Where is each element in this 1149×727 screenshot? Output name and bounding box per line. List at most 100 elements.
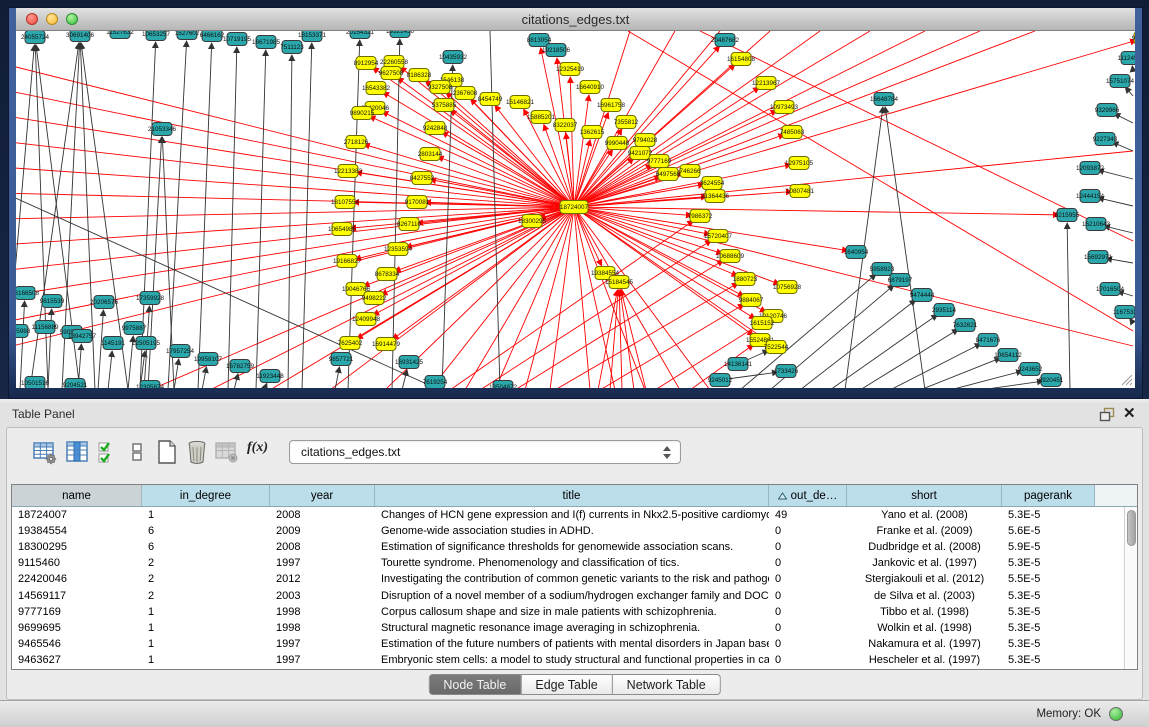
- table-cell-title[interactable]: Changes of HCN gene expression and I(f) …: [375, 509, 769, 521]
- table-cell-title[interactable]: Corpus callosum shape and size in male p…: [375, 606, 769, 618]
- column-header-name[interactable]: name: [12, 485, 142, 506]
- table-header-row[interactable]: namein_degreeyeartitleout_de…shortpagera…: [12, 485, 1137, 507]
- canvas-resize-grip[interactable]: [1122, 375, 1132, 385]
- column-header-pagerank[interactable]: pagerank: [1002, 485, 1095, 506]
- network-canvas[interactable]: 2405572430691406115276321065325715276026…: [16, 31, 1135, 388]
- tab-node-table[interactable]: Node Table: [428, 674, 521, 695]
- table-cell-out_de[interactable]: 0: [769, 557, 847, 569]
- table-cell-short[interactable]: Nakamura et al. (1997): [847, 638, 1002, 650]
- table-cell-name[interactable]: 22420046: [12, 573, 142, 585]
- table-cell-short[interactable]: Tibbo et al. (1998): [847, 606, 1002, 618]
- table-cell-year[interactable]: 2012: [270, 573, 375, 585]
- table-cell-name[interactable]: 18724007: [12, 509, 142, 521]
- table-row[interactable]: 911546021997Tourette syndrome. Phenomeno…: [12, 555, 1137, 571]
- table-cell-short[interactable]: Stergiakouli et al. (2012): [847, 573, 1002, 585]
- table-cell-out_de[interactable]: 0: [769, 638, 847, 650]
- table-cell-name[interactable]: 18300295: [12, 541, 142, 553]
- table-tabs[interactable]: Node TableEdge TableNetwork Table: [428, 674, 720, 695]
- column-header-title[interactable]: title: [375, 485, 769, 506]
- table-cell-title[interactable]: Estimation of significance thresholds fo…: [375, 541, 769, 553]
- table-cell-year[interactable]: 2009: [270, 525, 375, 537]
- table-cell-year[interactable]: 1997: [270, 557, 375, 569]
- table-cell-title[interactable]: Disruption of a novel member of a sodium…: [375, 590, 769, 602]
- table-cell-pagerank[interactable]: 5.3E-5: [1002, 606, 1095, 618]
- table-source-dropdown[interactable]: citations_edges.txt: [289, 440, 681, 464]
- float-panel-icon[interactable]: [1099, 407, 1115, 422]
- table-scrollbar[interactable]: [1124, 507, 1137, 669]
- table-cell-name[interactable]: 9465546: [12, 638, 142, 650]
- function-builder-icon[interactable]: f(x): [247, 440, 281, 464]
- delete-column-trash-icon[interactable]: [183, 438, 211, 466]
- table-cell-name[interactable]: 9463627: [12, 654, 142, 666]
- table-cell-out_de[interactable]: 0: [769, 590, 847, 602]
- table-row[interactable]: 2242004622012Investigating the contribut…: [12, 571, 1137, 587]
- table-cell-year[interactable]: 1998: [270, 622, 375, 634]
- table-cell-pagerank[interactable]: 5.3E-5: [1002, 638, 1095, 650]
- table-cell-title[interactable]: Genome-wide association studies in ADHD.: [375, 525, 769, 537]
- table-cell-out_de[interactable]: 0: [769, 573, 847, 585]
- column-header-out_de[interactable]: out_de…: [769, 485, 847, 506]
- table-cell-pagerank[interactable]: 5.3E-5: [1002, 622, 1095, 634]
- table-cell-out_de[interactable]: 0: [769, 654, 847, 666]
- table-cell-in_degree[interactable]: 6: [142, 541, 270, 553]
- table-options-icon[interactable]: [31, 438, 59, 466]
- column-header-year[interactable]: year: [270, 485, 375, 506]
- table-cell-title[interactable]: Embryonic stem cells: a model to study s…: [375, 654, 769, 666]
- table-cell-in_degree[interactable]: 2: [142, 573, 270, 585]
- table-cell-short[interactable]: Hescheler et al. (1997): [847, 654, 1002, 666]
- table-cell-title[interactable]: Structural magnetic resonance image aver…: [375, 622, 769, 634]
- table-row[interactable]: 1938455462009Genome-wide association stu…: [12, 523, 1137, 539]
- table-cell-year[interactable]: 1998: [270, 606, 375, 618]
- table-cell-short[interactable]: de Silva et al. (2003): [847, 590, 1002, 602]
- table-cell-year[interactable]: 2008: [270, 509, 375, 521]
- table-cell-short[interactable]: Dudbridge et al. (2008): [847, 541, 1002, 553]
- node-table[interactable]: namein_degreeyeartitleout_de…shortpagera…: [11, 484, 1138, 670]
- select-column-icon[interactable]: [63, 438, 91, 466]
- table-cell-short[interactable]: Jankovic et al. (1997): [847, 557, 1002, 569]
- table-cell-pagerank[interactable]: 5.3E-5: [1002, 557, 1095, 569]
- scrollbar-thumb[interactable]: [1127, 510, 1136, 546]
- table-cell-title[interactable]: Estimation of the future numbers of pati…: [375, 638, 769, 650]
- table-row[interactable]: 1830029562008Estimation of significance …: [12, 539, 1137, 555]
- table-cell-pagerank[interactable]: 5.3E-5: [1002, 509, 1095, 521]
- table-row[interactable]: 1872400712008Changes of HCN gene express…: [12, 507, 1137, 523]
- table-cell-out_de[interactable]: 0: [769, 606, 847, 618]
- table-cell-year[interactable]: 1997: [270, 638, 375, 650]
- tab-edge-table[interactable]: Edge Table: [521, 674, 612, 695]
- network-view-window[interactable]: citations_edges.txt 24055724306914061152…: [8, 7, 1143, 399]
- table-cell-out_de[interactable]: 0: [769, 525, 847, 537]
- table-cell-name[interactable]: 14569117: [12, 590, 142, 602]
- close-panel-icon[interactable]: ✕: [1123, 404, 1136, 422]
- table-cell-out_de[interactable]: 0: [769, 541, 847, 553]
- table-cell-year[interactable]: 1997: [270, 654, 375, 666]
- table-cell-in_degree[interactable]: 1: [142, 509, 270, 521]
- table-cell-year[interactable]: 2008: [270, 541, 375, 553]
- table-cell-in_degree[interactable]: 2: [142, 590, 270, 602]
- window-titlebar[interactable]: citations_edges.txt: [16, 8, 1135, 31]
- table-cell-in_degree[interactable]: 2: [142, 557, 270, 569]
- table-cell-in_degree[interactable]: 1: [142, 622, 270, 634]
- table-cell-name[interactable]: 9115460: [12, 557, 142, 569]
- select-rows-check-icon[interactable]: [95, 438, 123, 466]
- column-header-in_degree[interactable]: in_degree: [142, 485, 270, 506]
- column-header-short[interactable]: short: [847, 485, 1002, 506]
- panel-splitter[interactable]: [0, 399, 1149, 405]
- table-cell-in_degree[interactable]: 6: [142, 525, 270, 537]
- table-cell-pagerank[interactable]: 5.9E-5: [1002, 541, 1095, 553]
- table-cell-name[interactable]: 9699695: [12, 622, 142, 634]
- network-graph[interactable]: 2405572430691406115276321065325715276026…: [16, 31, 1135, 388]
- table-cell-short[interactable]: Franke et al. (2009): [847, 525, 1002, 537]
- table-cell-in_degree[interactable]: 1: [142, 606, 270, 618]
- table-cell-pagerank[interactable]: 5.3E-5: [1002, 654, 1095, 666]
- table-cell-year[interactable]: 2003: [270, 590, 375, 602]
- table-row[interactable]: 1456911722003Disruption of a novel membe…: [12, 587, 1137, 603]
- tab-network-table[interactable]: Network Table: [613, 674, 721, 695]
- table-cell-short[interactable]: Yano et al. (2008): [847, 509, 1002, 521]
- table-cell-in_degree[interactable]: 1: [142, 638, 270, 650]
- rows-icon[interactable]: [123, 438, 151, 466]
- table-cell-short[interactable]: Wolkin et al. (1998): [847, 622, 1002, 634]
- table-cell-name[interactable]: 19384554: [12, 525, 142, 537]
- table-row[interactable]: 946362711997Embryonic stem cells: a mode…: [12, 652, 1137, 668]
- table-cell-title[interactable]: Investigating the contribution of common…: [375, 573, 769, 585]
- table-row[interactable]: 946554611997Estimation of the future num…: [12, 636, 1137, 652]
